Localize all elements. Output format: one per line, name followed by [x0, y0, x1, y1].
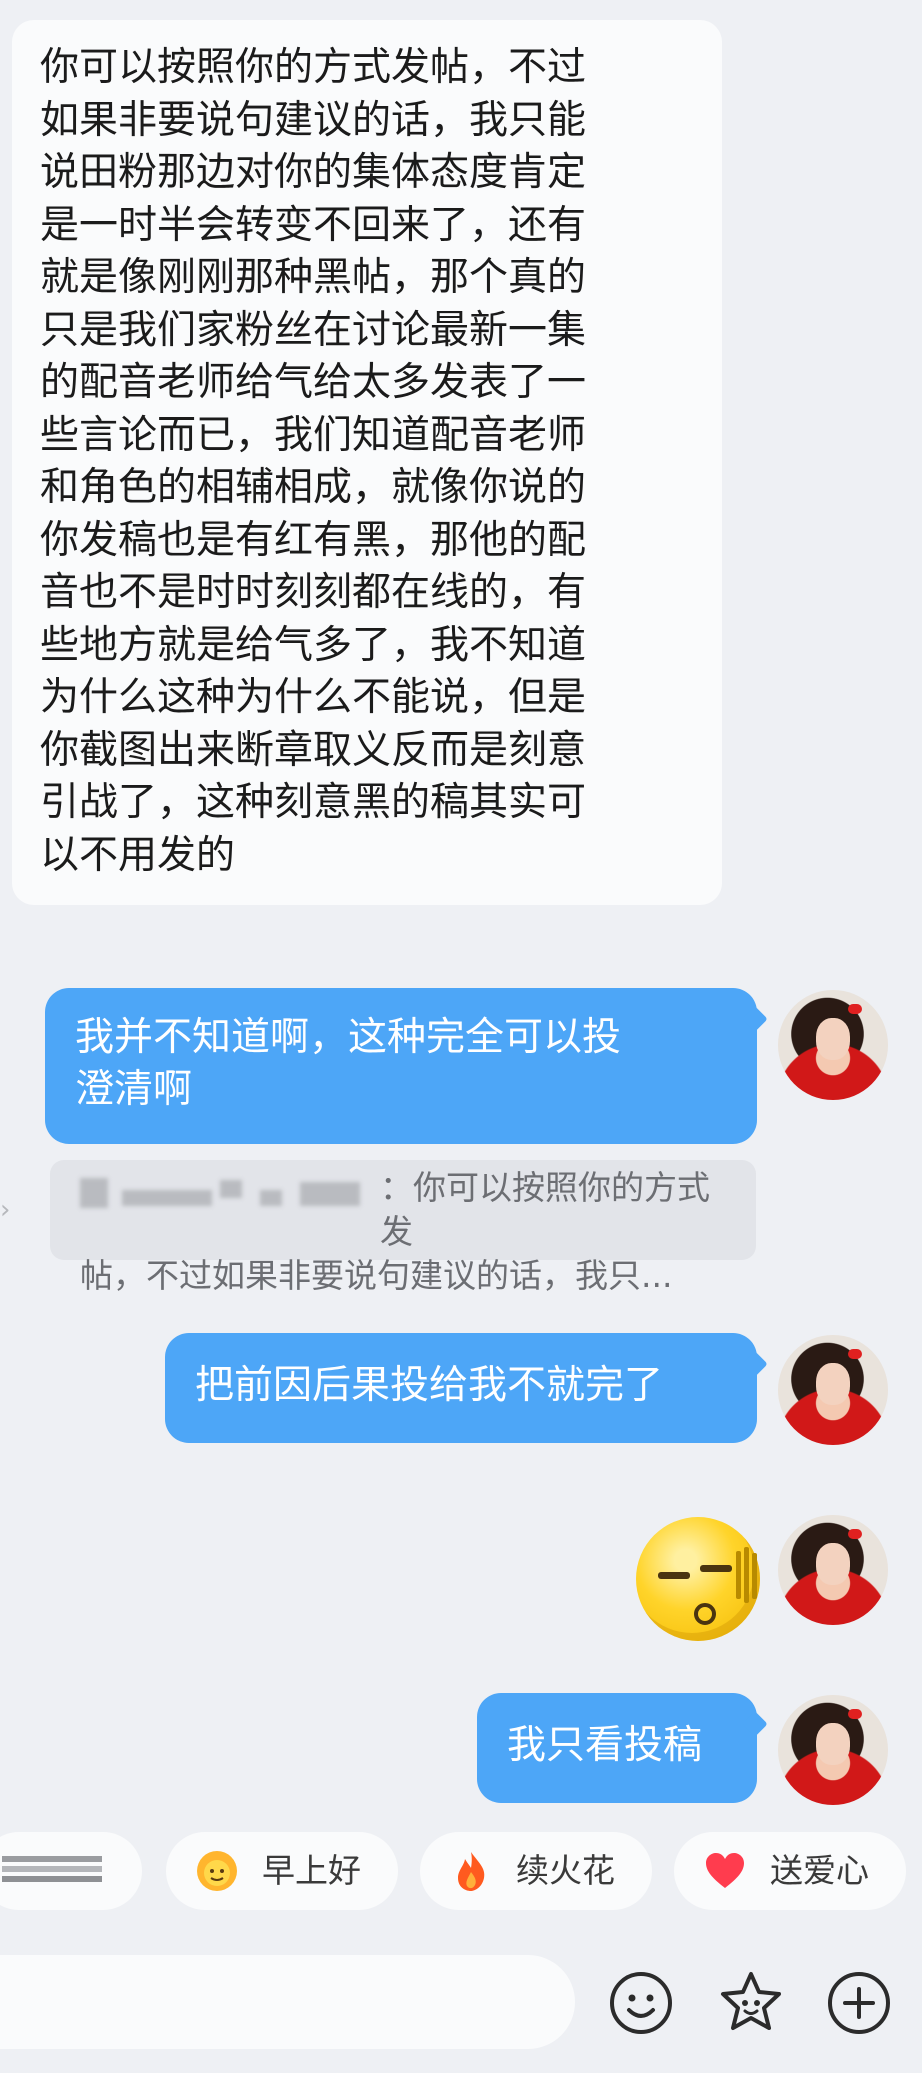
outgoing-message-bubble[interactable]: 我只看投稿 [477, 1693, 768, 1803]
message-line: 为什么这种为什么不能说，但是 [40, 675, 587, 720]
bubble-tail [742, 1006, 768, 1032]
blurred-sender-name [260, 1190, 282, 1206]
message-line: 和角色的相辅相成，就像你说的 [40, 465, 587, 510]
avatar[interactable] [778, 1335, 888, 1445]
emoji-hand [744, 1547, 749, 1603]
bubble-tail [742, 1711, 768, 1737]
message-line: 你发稿也是有红有黑，那他的配 [40, 517, 587, 563]
outgoing-message-bubble[interactable]: 把前因后果投给我不就完了 [165, 1333, 768, 1443]
avatar-bow [848, 1529, 862, 1539]
avatar[interactable] [778, 990, 888, 1100]
quick-reply-label: 续火花 [516, 1851, 615, 1890]
message-line: 我并不知道啊，这种完全可以投 [75, 1015, 622, 1060]
quick-reply-keep-streak[interactable]: 续火花 [420, 1832, 652, 1910]
quick-reply-label: 送爱心 [770, 1851, 869, 1890]
quick-reply-send-love[interactable]: 送爱心 [674, 1832, 906, 1910]
avatar-face [816, 1543, 850, 1585]
emoji-mouth [694, 1603, 716, 1625]
emoji-hand [736, 1551, 741, 1599]
collapse-arrow-icon[interactable]: › [0, 1195, 24, 1229]
quote-line-1: ：你可以按照你的方式发 [380, 1168, 710, 1251]
sun-face-icon [197, 1851, 237, 1891]
message-line: 些地方就是给气多了，我不知道 [40, 622, 587, 668]
avatar-face [816, 1018, 850, 1060]
message-line: 些言论而已，我们知道配音老师 [40, 412, 587, 458]
message-line: 澄清啊 [75, 1067, 193, 1112]
message-line: 是一时半会转变不回来了，还有 [40, 202, 587, 248]
message-line: 如果非要说句建议的话，我只能 [40, 97, 587, 143]
avatar-face [816, 1723, 850, 1765]
message-line: 只是我们家粉丝在讨论最新一集 [40, 307, 587, 353]
message-line: 音也不是时时刻刻都在线的，有 [40, 570, 587, 615]
message-line: 说田粉那边对你的集体态度肯定 [40, 150, 587, 195]
message-line: 的配音老师给气给太多发表了一 [40, 360, 587, 405]
emoji-eye [658, 1572, 690, 1579]
avatar-bow [848, 1349, 862, 1359]
message-text: 我只看投稿 [507, 1723, 703, 1768]
outgoing-message-bubble[interactable]: 我并不知道啊，这种完全可以投 澄清啊 [45, 988, 768, 1144]
message-input-field[interactable] [0, 1955, 575, 2049]
blurred-sender-name [80, 1178, 108, 1208]
plus-icon[interactable] [826, 1970, 892, 2036]
blurred-sender-name [220, 1180, 242, 1198]
avatar-face [816, 1363, 850, 1405]
star-face-icon[interactable] [718, 1970, 784, 2036]
avatar-bow [848, 1004, 862, 1014]
emoji-face-icon[interactable] [608, 1970, 674, 2036]
quick-reply-chip-blurred[interactable] [0, 1832, 142, 1910]
quote-line-2: 帖，不过如果非要说句建议的话，我只... [80, 1256, 673, 1295]
avatar[interactable] [778, 1695, 888, 1805]
message-line: 你截图出来断章取义反而是刻意 [40, 727, 587, 773]
quick-reply-bar: 早上好 续火花 送爱心 [0, 1832, 922, 1912]
quick-reply-label: 早上好 [262, 1851, 361, 1890]
heart-icon [706, 1853, 744, 1888]
message-line: 以不用发的 [40, 832, 236, 878]
speechless-emoji[interactable] [636, 1517, 760, 1641]
fire-icon [458, 1852, 485, 1891]
quick-reply-good-morning[interactable]: 早上好 [166, 1832, 398, 1910]
emoji-hand [752, 1553, 757, 1599]
blurred-sender-name [300, 1182, 360, 1206]
emoji-eye [700, 1565, 732, 1572]
message-text: 把前因后果投给我不就完了 [195, 1363, 664, 1408]
bubble-tail [742, 1351, 768, 1377]
avatar[interactable] [778, 1515, 888, 1625]
message-line: 引战了，这种刻意黑的稿其实可 [40, 780, 587, 825]
quoted-message[interactable]: ：你可以按照你的方式发 帖，不过如果非要说句建议的话，我只... [50, 1160, 756, 1295]
blurred-sender-name [122, 1190, 212, 1206]
blurred-icon [2, 1856, 102, 1882]
incoming-message-bubble[interactable]: 你可以按照你的方式发帖，不过 如果非要说句建议的话，我只能 说田粉那边对你的集体… [12, 20, 722, 905]
message-line: 就是像刚刚那种黑帖，那个真的 [40, 255, 587, 300]
message-line: 你可以按照你的方式发帖，不过 [40, 45, 587, 90]
avatar-bow [848, 1709, 862, 1719]
